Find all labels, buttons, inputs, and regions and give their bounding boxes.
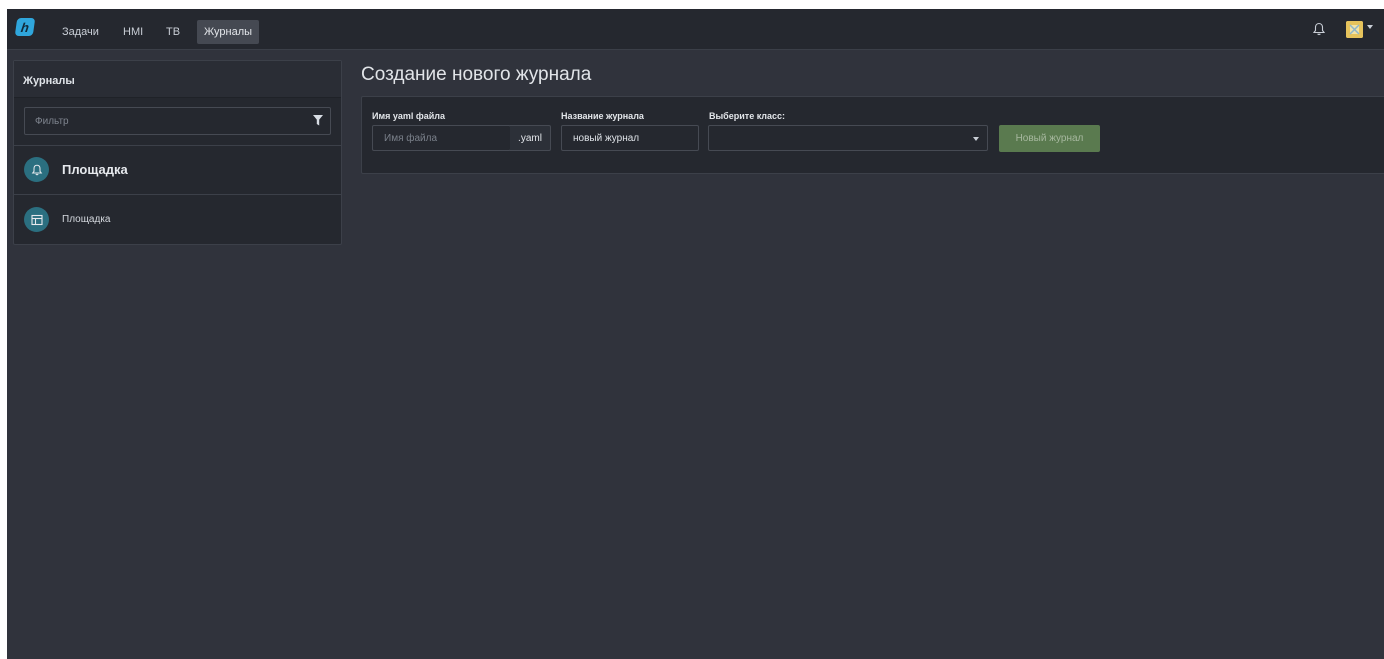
journals-sidebar: Журналы Площадка (13, 60, 342, 245)
page-title: Создание нового журнала (361, 64, 592, 85)
journal-name-label: Название журнала (561, 111, 644, 121)
file-name-field (372, 125, 511, 151)
top-navbar: h Задачи HMI TB Журналы (7, 9, 1384, 50)
avatar-image (1346, 21, 1363, 38)
sidebar-group-ploshchadka[interactable]: Площадка (14, 146, 341, 194)
new-journal-button[interactable]: Новый журнал (999, 125, 1100, 152)
sidebar-item-label: Площадка (62, 214, 111, 225)
bell-icon (31, 164, 42, 175)
sidebar-title: Журналы (14, 61, 341, 98)
item-icon-circle (24, 207, 49, 232)
journal-name-input[interactable] (562, 126, 698, 150)
nav-item-journals[interactable]: Журналы (197, 20, 260, 44)
sidebar-item-ploshchadka[interactable]: Площадка (14, 195, 341, 243)
avatar[interactable] (1346, 21, 1363, 38)
journal-name-field (561, 125, 699, 151)
table-icon (30, 214, 43, 225)
new-journal-form: Имя yaml файла Название журнала Выберите… (361, 96, 1384, 174)
avatar-dropdown-caret-icon[interactable] (1367, 25, 1373, 29)
chevron-down-icon (973, 137, 979, 141)
sidebar-group-label: Площадка (62, 162, 128, 177)
nav-item-tb[interactable]: TB (159, 20, 187, 44)
filter-input[interactable] (25, 108, 307, 134)
nav-item-hmi[interactable]: HMI (116, 20, 150, 44)
class-select[interactable] (708, 125, 988, 151)
app-logo[interactable]: h (14, 18, 36, 36)
class-select-label: Выберите класс: (709, 111, 786, 121)
file-name-input[interactable] (373, 126, 510, 150)
yaml-suffix: .yaml (510, 125, 551, 151)
filter-icon[interactable] (313, 115, 323, 126)
filter-box (24, 107, 331, 135)
logo-letter: h (19, 19, 31, 35)
bell-icon[interactable] (1312, 22, 1326, 36)
app-frame: h Задачи HMI TB Журналы Журналы Фильтр П… (7, 9, 1384, 659)
nav-item-tasks[interactable]: Задачи (55, 20, 106, 44)
file-name-label: Имя yaml файла (372, 111, 446, 121)
group-icon-circle (24, 157, 49, 182)
